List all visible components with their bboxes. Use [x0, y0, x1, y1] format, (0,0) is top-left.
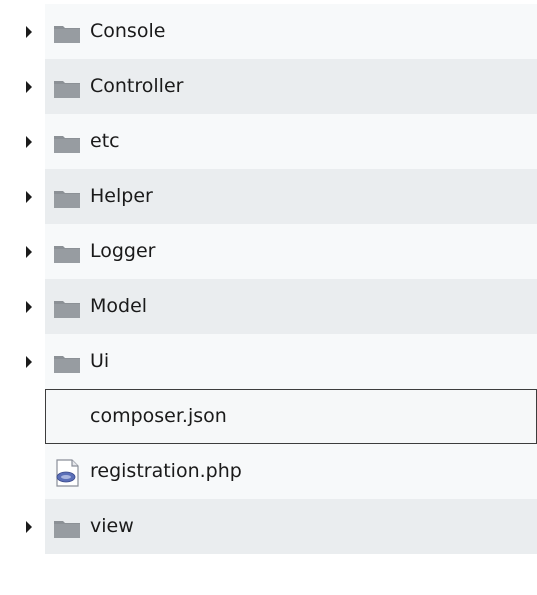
tree-item-label: Helper: [90, 185, 153, 207]
file-tree: Console Controller etc Helper Logger Mod…: [0, 4, 537, 554]
tree-item-console[interactable]: Console: [0, 4, 537, 59]
row-background: [45, 334, 537, 389]
tree-item-ui[interactable]: Ui: [0, 334, 537, 389]
php-file-icon: [56, 458, 79, 487]
tree-item-model[interactable]: Model: [0, 279, 537, 334]
tree-item-label: Controller: [90, 75, 184, 97]
tree-item-helper[interactable]: Helper: [0, 169, 537, 224]
folder-icon: [54, 300, 80, 318]
tree-item-composer-json[interactable]: composer.json: [0, 389, 537, 444]
expand-arrow-icon[interactable]: [26, 245, 32, 258]
tree-item-etc[interactable]: etc: [0, 114, 537, 169]
expand-arrow-icon[interactable]: [26, 80, 32, 93]
tree-item-label: etc: [90, 130, 120, 152]
tree-item-label: Logger: [90, 240, 156, 262]
expand-arrow-icon[interactable]: [26, 190, 32, 203]
tree-item-controller[interactable]: Controller: [0, 59, 537, 114]
folder-icon: [54, 135, 80, 153]
folder-icon: [54, 520, 80, 538]
tree-item-label: composer.json: [90, 405, 227, 427]
tree-item-logger[interactable]: Logger: [0, 224, 537, 279]
expand-arrow-icon[interactable]: [26, 520, 32, 533]
expand-arrow-icon[interactable]: [26, 25, 32, 38]
tree-item-view[interactable]: view: [0, 499, 537, 554]
expand-arrow-icon[interactable]: [26, 355, 32, 368]
tree-item-registration-php[interactable]: registration.php: [0, 444, 537, 499]
folder-icon: [54, 80, 80, 98]
folder-icon: [54, 25, 80, 43]
tree-item-label: view: [90, 515, 134, 537]
expand-arrow-icon[interactable]: [26, 135, 32, 148]
tree-item-label: Ui: [90, 350, 110, 372]
folder-icon: [54, 190, 80, 208]
tree-item-label: registration.php: [90, 460, 242, 482]
tree-item-label: Model: [90, 295, 148, 317]
expand-arrow-icon[interactable]: [26, 300, 32, 313]
tree-item-label: Console: [90, 20, 166, 42]
folder-icon: [54, 355, 80, 373]
folder-icon: [54, 245, 80, 263]
